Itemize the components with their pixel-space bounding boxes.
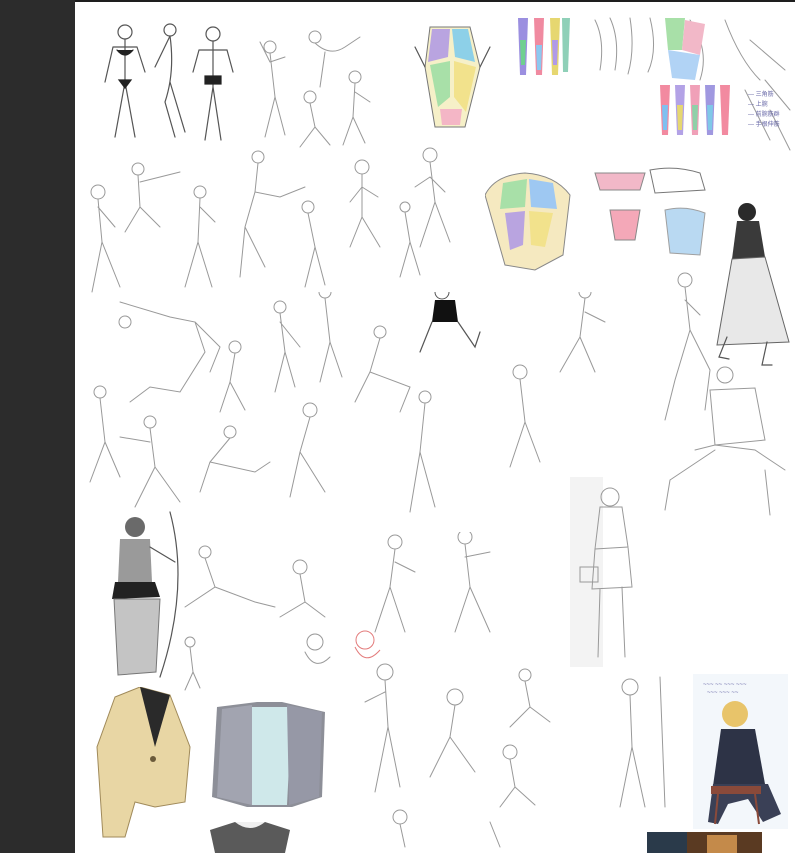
torso-muscle-anatomy-chart[interactable] xyxy=(410,17,495,132)
painted-interior-thumbnail[interactable] xyxy=(647,832,762,853)
hoodie-render[interactable] xyxy=(207,697,332,812)
illustration-caption-line-2: ~~~ ~~~ ~~ xyxy=(707,690,739,696)
schoolgirl-standing-sketch[interactable] xyxy=(570,477,645,667)
dynamic-pose-sheet[interactable] xyxy=(80,292,640,532)
gesture-pose-sketches[interactable] xyxy=(255,17,380,152)
muscle-note-line-4: — 手根伸筋 xyxy=(748,122,780,128)
casual-seated-man-sketch[interactable] xyxy=(655,270,795,525)
swimsuit-figure-poses[interactable] xyxy=(95,12,240,152)
cropped-jacket-render[interactable] xyxy=(95,687,195,842)
blonde-character-chair-illustration[interactable]: ~~~ ~~ ~~~ ~~~ ~~~ ~~~ ~~ xyxy=(693,674,788,829)
muscle-note-line-2: — 上腕 xyxy=(748,102,768,108)
anime-girl-pose-sketches[interactable] xyxy=(360,657,690,853)
muscle-note-line-1: — 三角筋 xyxy=(748,92,774,98)
tshirt-render[interactable] xyxy=(205,820,295,853)
muscle-note-line-3: — 前腕筋群 xyxy=(748,112,780,118)
action-pose-sketches[interactable] xyxy=(80,147,475,297)
arm-muscle-anatomy-chart[interactable]: — 三角筋 — 上腕 — 前腕筋群 — 手根伸筋 xyxy=(510,10,795,160)
chest-back-anatomy-chart[interactable] xyxy=(485,165,715,275)
reference-board-canvas[interactable]: — 三角筋 — 上腕 — 前腕筋群 — 手根伸筋 ~~~ ~~ ~~~ ~~~ … xyxy=(75,2,795,853)
app-sidebar xyxy=(0,0,75,853)
illustration-caption-line-1: ~~~ ~~ ~~~ ~~~ xyxy=(703,682,747,688)
